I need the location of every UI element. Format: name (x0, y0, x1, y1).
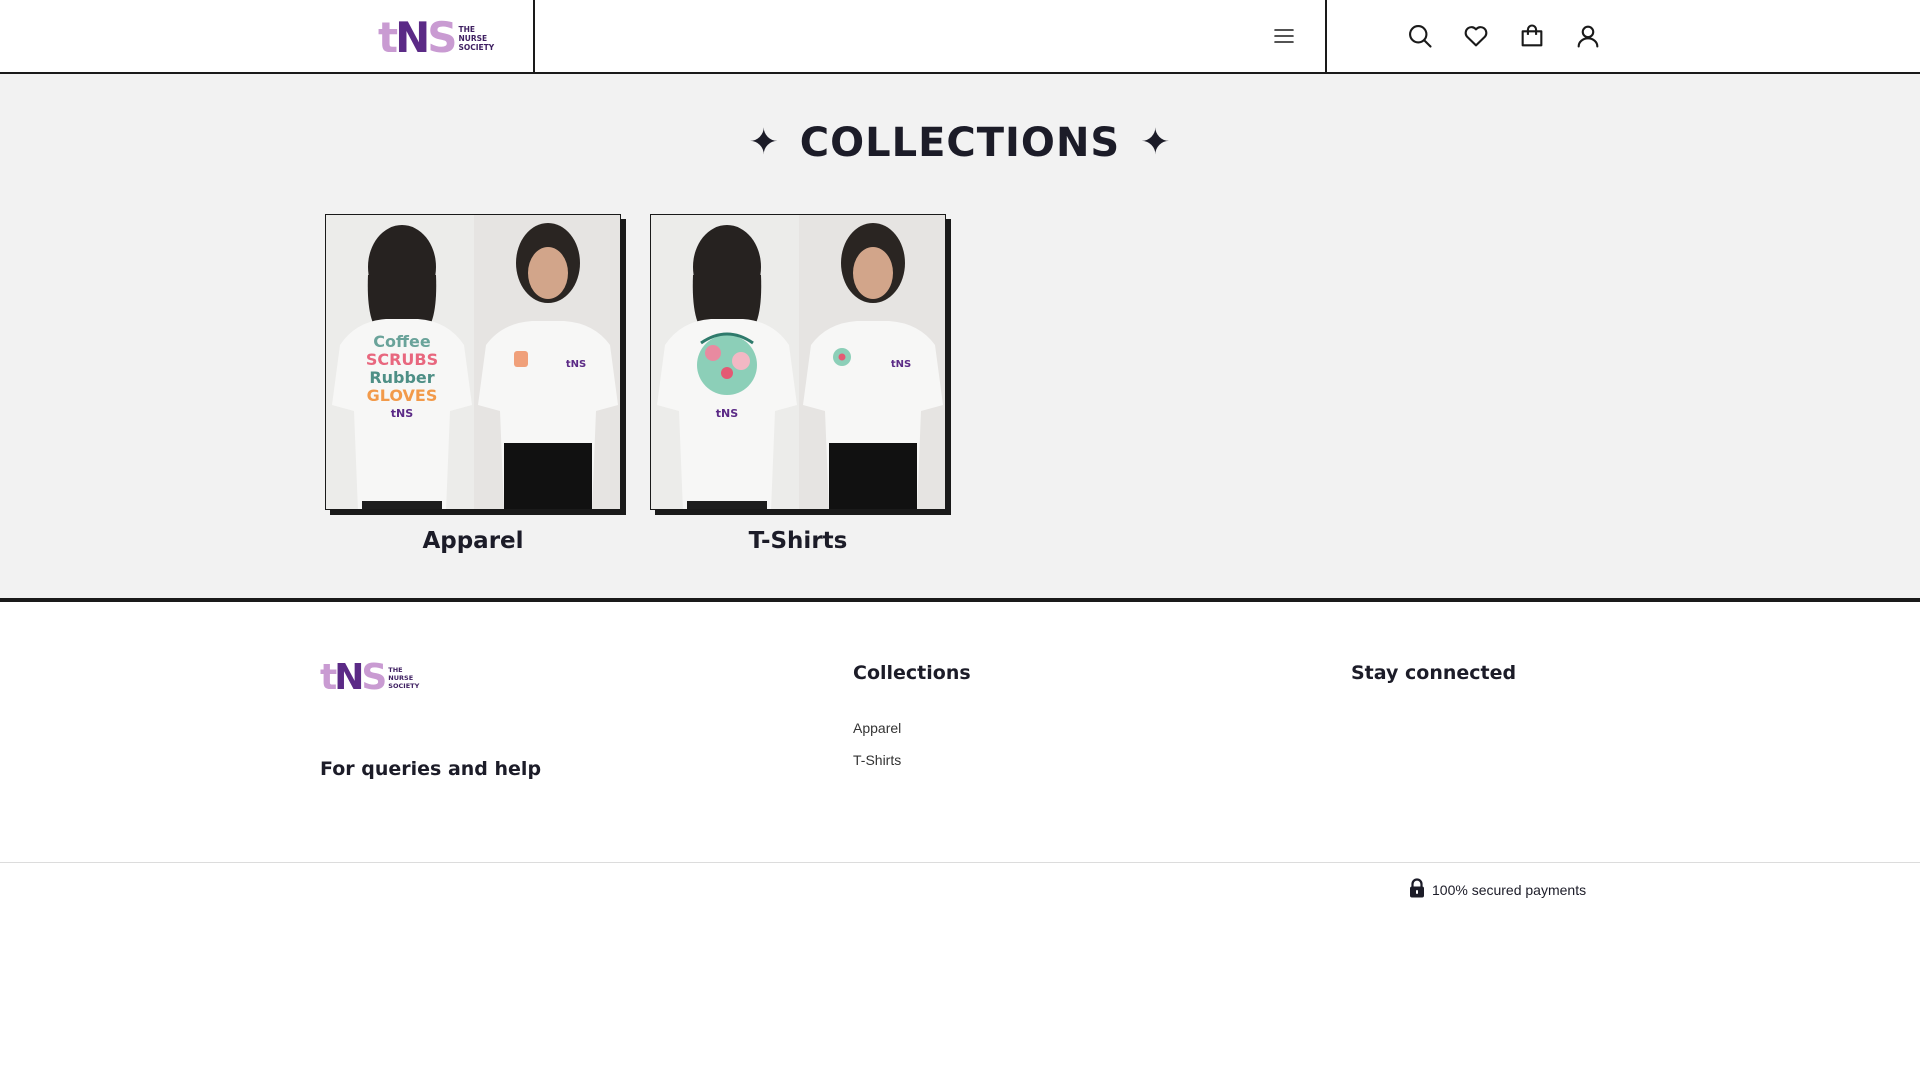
collection-card-t-shirts[interactable]: tNS tNS T-Shirts (650, 214, 950, 554)
footer-link-t-shirts[interactable]: T-Shirts (853, 752, 901, 768)
menu-icon[interactable] (1272, 24, 1296, 48)
collection-image[interactable]: tNS tNS (650, 214, 946, 510)
svg-text:Rubber: Rubber (369, 368, 434, 387)
heart-icon[interactable] (1462, 22, 1490, 50)
brand-logo[interactable]: tNS THE NURSE SOCIETY (378, 17, 494, 59)
svg-text:GLOVES: GLOVES (367, 386, 438, 405)
logo-mark: tNS (320, 657, 387, 698)
secure-payments-text: 100% secured payments (1432, 881, 1587, 898)
svg-text:Coffee: Coffee (373, 332, 431, 351)
user-icon[interactable] (1574, 22, 1602, 50)
footer-link-apparel[interactable]: Apparel (853, 720, 901, 736)
sparkle-icon: ✦ (1140, 122, 1172, 163)
header-divider-right (1325, 0, 1327, 72)
site-footer: tNS THE NURSE SOCIETY For queries and he… (0, 598, 1920, 862)
svg-text:tNS: tNS (891, 359, 911, 370)
svg-text:tNS: tNS (391, 407, 413, 420)
page-title: ✦ COLLECTIONS ✦ (748, 120, 1172, 166)
svg-text:tNS: tNS (566, 359, 586, 370)
logo-wordmark: THE NURSE SOCIETY (458, 24, 495, 52)
logo-mark: tNS (378, 13, 458, 62)
search-icon[interactable] (1406, 22, 1434, 50)
collection-label[interactable]: Apparel (325, 528, 621, 554)
collection-card-apparel[interactable]: Coffee SCRUBS Rubber GLOVES tNS tNS Appa… (325, 214, 625, 554)
collections-heading: Collections (853, 662, 971, 684)
bag-icon[interactable] (1518, 22, 1546, 50)
svg-text:SCRUBS: SCRUBS (366, 350, 438, 369)
stay-connected-heading: Stay connected (1351, 662, 1517, 684)
queries-heading: For queries and help (320, 758, 542, 780)
svg-text:tNS: tNS (716, 407, 738, 420)
site-header: tNS THE NURSE SOCIETY (0, 0, 1920, 74)
header-divider-left (533, 0, 535, 72)
collections-section: ✦ COLLECTIONS ✦ Coffee SCRUBS Rubber GLOVE… (0, 74, 1920, 598)
secure-payments: 100% secured payments (1408, 878, 1586, 901)
collection-label[interactable]: T-Shirts (650, 528, 946, 554)
sparkle-icon: ✦ (748, 122, 780, 163)
collection-image[interactable]: Coffee SCRUBS Rubber GLOVES tNS tNS (325, 214, 621, 510)
footer-bottom-divider (0, 862, 1920, 863)
footer-logo[interactable]: tNS THE NURSE SOCIETY (320, 660, 419, 696)
lock-icon (1408, 878, 1426, 901)
logo-wordmark: THE NURSE SOCIETY (388, 666, 420, 690)
